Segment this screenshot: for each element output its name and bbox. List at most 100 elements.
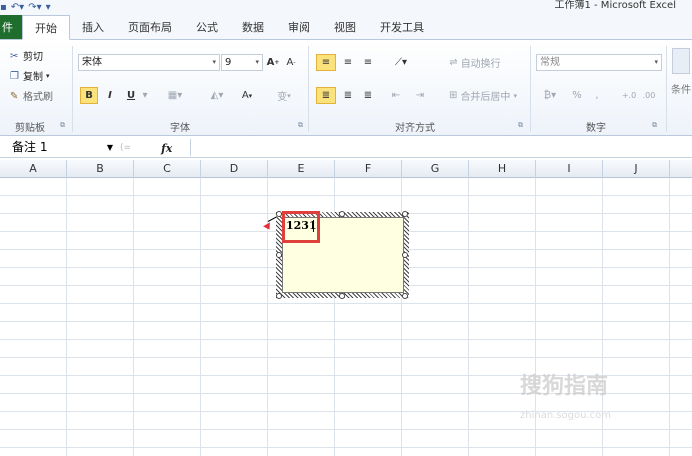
merge-center-button[interactable]: ⊞ 合并后居中 ▾ [440,87,526,104]
resize-handle[interactable] [339,293,345,299]
font-size-combo[interactable]: 9 ▾ [221,54,263,71]
format-painter-button[interactable]: ✎ 格式刷 [10,88,53,104]
cancel-entry-icon[interactable]: (= [120,143,131,153]
tab-view[interactable]: 视图 [322,15,368,39]
highlight-annotation [282,211,320,243]
column-header[interactable]: D [201,160,268,178]
underline-button[interactable]: U [124,87,138,104]
scissors-icon: ✂ [10,50,19,62]
merge-label: 合并后居中 [460,92,511,103]
save-icon[interactable]: ▪ [0,2,7,13]
font-launcher-icon[interactable]: ⧉ [298,121,303,130]
fill-color-button[interactable]: ◭▾ [205,87,229,104]
resize-handle[interactable] [276,211,282,217]
conditional-format-icon[interactable] [672,48,690,74]
column-header[interactable]: E [268,160,335,178]
ribbon: ✂ 剪切 ❐ 复制 ▾ ✎ 格式刷 剪贴板 ⧉ 宋体 ▾ 9 ▾ A + A- B… [0,40,692,136]
orientation-button[interactable]: ⟋▾ [388,54,414,71]
undo-icon[interactable]: ↶▾ [11,2,24,13]
insert-function-button[interactable]: fx [161,142,172,155]
watermark-url: zhinan.sogou.com [520,410,612,421]
chevron-down-icon: ▾ [212,58,216,66]
clipboard-launcher-icon[interactable]: ⧉ [60,121,65,130]
align-top-button[interactable]: ≡ [316,54,336,71]
tab-insert[interactable]: 插入 [70,15,116,39]
align-middle-button[interactable]: ≡ [340,54,356,71]
italic-button[interactable]: I [103,87,117,104]
group-divider [308,46,309,132]
copy-button[interactable]: ❐ 复制 ▾ [10,68,50,84]
wrap-text-icon: ⇌ [449,57,458,68]
tab-home[interactable]: 开始 [22,15,70,40]
alignment-launcher-icon[interactable]: ⧉ [518,121,523,130]
percent-button[interactable]: % [570,87,584,104]
tab-data[interactable]: 数据 [230,15,276,39]
increase-decimal-button[interactable]: +.0 [620,87,638,104]
align-right-button[interactable]: ≣ [360,87,376,104]
copy-label: 复制 [23,72,43,83]
resize-handle[interactable] [276,293,282,299]
comma-button[interactable]: , [592,87,602,104]
chevron-down-icon: ▾ [654,58,658,66]
increase-indent-button[interactable]: ⇥ [412,87,428,104]
shrink-font-button[interactable]: A- [284,54,298,71]
cut-label: 剪切 [23,52,43,63]
formula-input[interactable] [190,139,690,156]
conditional-format-label[interactable]: 条件 [670,80,692,97]
decrease-decimal-button[interactable]: .00 [640,87,658,104]
number-format-combo[interactable]: 常规 ▾ [536,54,662,71]
column-header[interactable]: H [469,160,536,178]
redo-icon[interactable]: ↷▾ [28,2,41,13]
chevron-down-icon: ▾ [255,58,259,66]
resize-handle[interactable] [339,211,345,217]
align-left-button[interactable]: ≣ [316,87,336,104]
font-group-label: 字体 [170,123,190,134]
watermark-logo: 搜狗指南 [520,374,609,399]
tab-review[interactable]: 审阅 [276,15,322,39]
align-bottom-button[interactable]: ≡ [360,54,376,71]
chevron-down-icon: ▾ [46,71,50,80]
format-painter-label: 格式刷 [23,92,53,103]
copy-icon: ❐ [10,70,19,82]
wrap-text-button[interactable]: ⇌ 自动换行 [440,54,510,71]
column-header[interactable]: C [134,160,201,178]
decrease-indent-button[interactable]: ⇤ [388,87,404,104]
align-center-button[interactable]: ≣ [340,87,356,104]
resize-handle[interactable] [402,252,408,258]
grow-font-button[interactable]: A + [266,54,280,71]
phonetic-button[interactable]: 变 ▾ [272,87,296,104]
name-box[interactable]: 备注 1 ▼ [0,139,115,156]
column-header[interactable]: B [67,160,134,178]
window-title: 工作簿1 - Microsoft Excel [554,0,676,11]
column-header[interactable]: G [402,160,469,178]
customize-qat-icon[interactable]: ▾ [46,2,51,13]
group-divider [666,46,667,132]
tab-formulas[interactable]: 公式 [184,15,230,39]
formula-controls: (= fx [118,140,190,156]
ribbon-tabs: 件 开始 插入 页面布局 公式 数据 审阅 视图 开发工具 [0,14,692,40]
tab-developer[interactable]: 开发工具 [368,15,436,39]
name-box-value: 备注 1 [12,140,48,154]
column-header[interactable]: J [603,160,670,178]
title-bar: ▪ ↶▾ ↷▾ ▾ 工作簿1 - Microsoft Excel [0,0,692,14]
chevron-down-icon[interactable]: ▾ [140,87,150,104]
column-header[interactable]: A [0,160,67,178]
font-color-label: A [241,90,249,101]
tab-page-layout[interactable]: 页面布局 [116,15,184,39]
column-header[interactable]: F [335,160,402,178]
resize-handle[interactable] [402,211,408,217]
resize-handle[interactable] [276,252,282,258]
column-header-row: A B C D E F G H I J [0,160,692,178]
tab-file[interactable]: 件 [0,15,22,39]
currency-button[interactable]: ₿▾ [538,87,562,104]
column-header[interactable]: I [536,160,603,178]
bold-button[interactable]: B [80,87,98,104]
font-name-combo[interactable]: 宋体 ▾ [78,54,220,71]
number-launcher-icon[interactable]: ⧉ [652,121,657,130]
phonetic-label: 变 [277,92,288,103]
resize-handle[interactable] [402,293,408,299]
borders-button[interactable]: ▦▾ [163,87,187,104]
cut-button[interactable]: ✂ 剪切 [10,48,43,64]
font-color-button[interactable]: A ▾ [234,87,260,104]
group-divider [72,46,73,132]
